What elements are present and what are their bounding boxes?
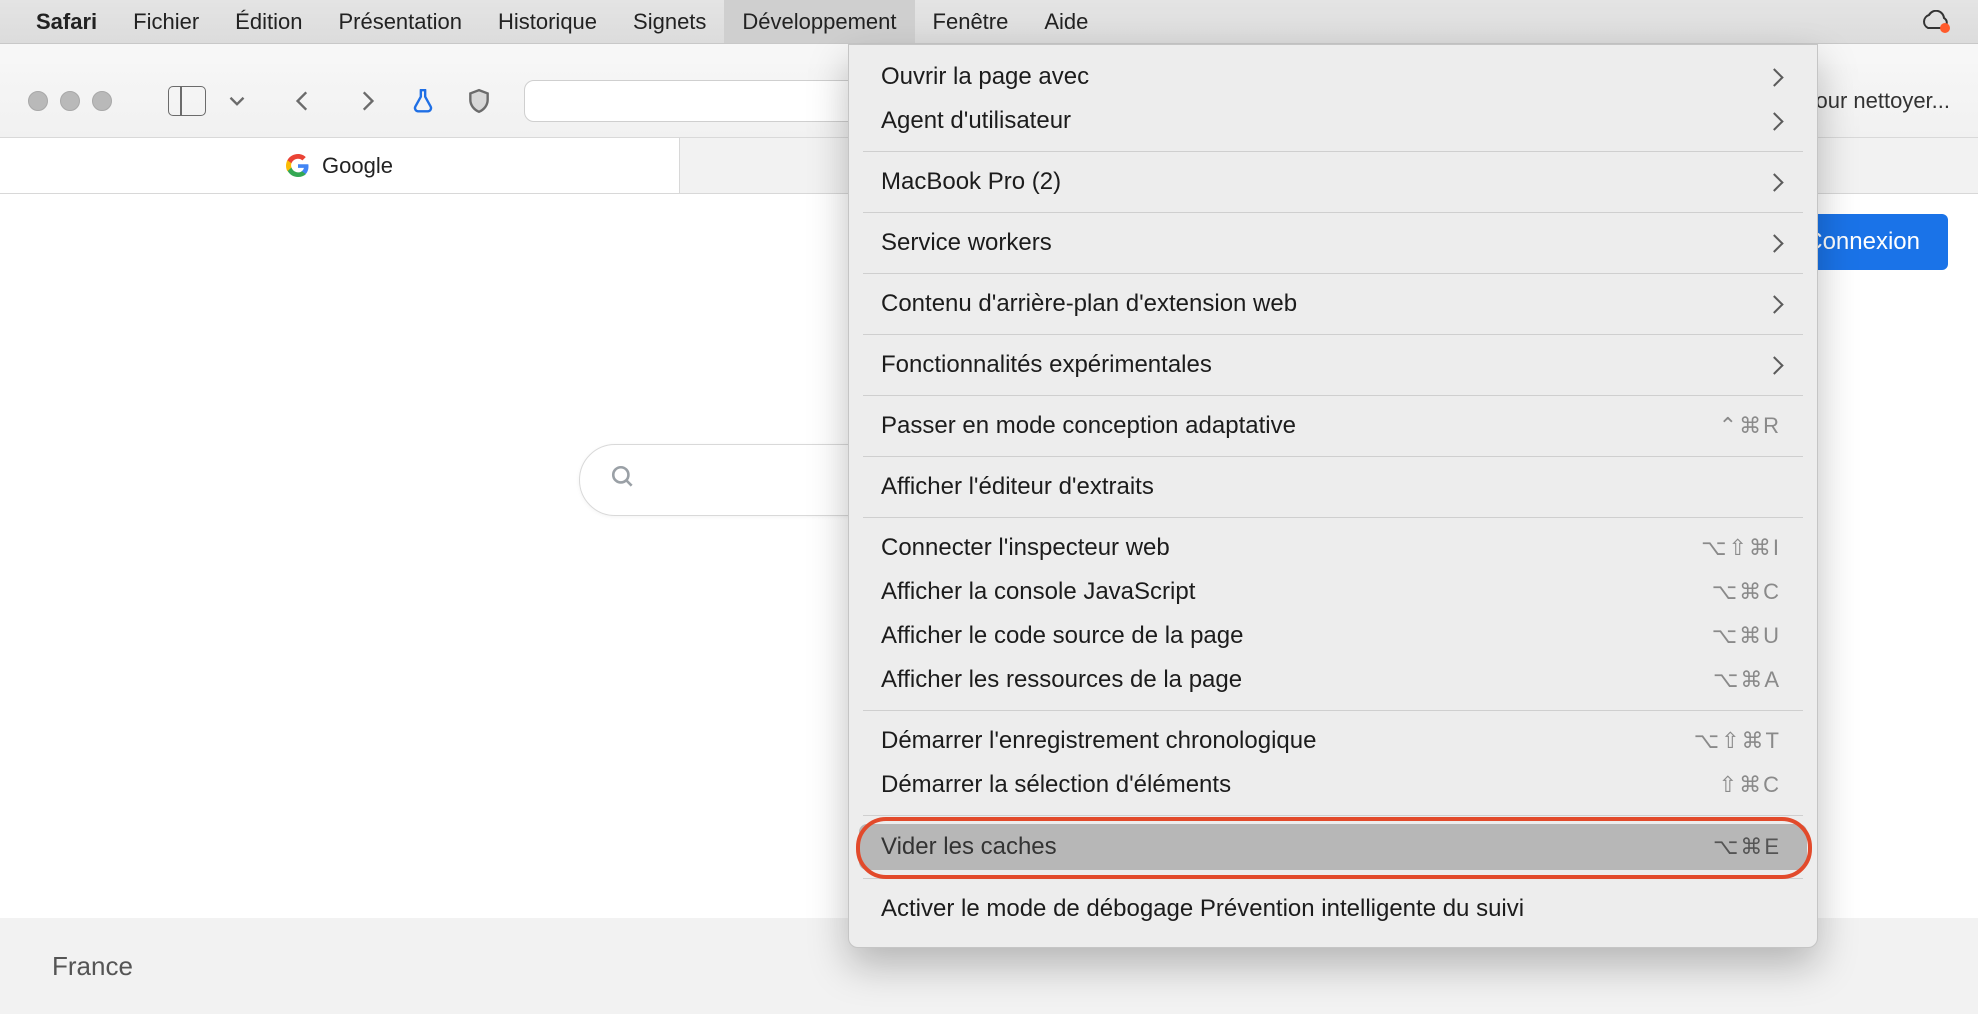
menu-fenetre[interactable]: Fenêtre: [915, 0, 1027, 43]
traffic-zoom-icon[interactable]: [92, 91, 112, 111]
menu-item-label: Afficher l'éditeur d'extraits: [881, 473, 1154, 501]
menu-item[interactable]: Agent d'utilisateur: [849, 99, 1817, 143]
menu-item-label: Fonctionnalités expérimentales: [881, 351, 1212, 379]
menu-shortcut: ⇧⌘C: [1719, 772, 1781, 798]
menu-item-label: Afficher la console JavaScript: [881, 578, 1195, 606]
menu-item[interactable]: Contenu d'arrière-plan d'extension web: [849, 282, 1817, 326]
menu-signets[interactable]: Signets: [615, 0, 724, 43]
search-icon: [610, 464, 636, 496]
footer-country: France: [52, 951, 133, 982]
menu-edition[interactable]: Édition: [217, 0, 320, 43]
menu-fichier[interactable]: Fichier: [115, 0, 217, 43]
chevron-right-icon: [1768, 64, 1781, 90]
window-controls[interactable]: [28, 91, 112, 111]
menu-item[interactable]: Vider les caches ⌥⌘E: [859, 824, 1807, 870]
menu-separator: [863, 395, 1803, 396]
tab-label: Google: [322, 153, 393, 179]
menu-item[interactable]: Passer en mode conception adaptative ⌃⌘R: [849, 404, 1817, 448]
back-button[interactable]: [284, 82, 322, 120]
menu-item-label: Contenu d'arrière-plan d'extension web: [881, 290, 1297, 318]
menu-item[interactable]: Démarrer la sélection d'éléments ⇧⌘C: [849, 763, 1817, 807]
menu-presentation[interactable]: Présentation: [320, 0, 480, 43]
traffic-close-icon[interactable]: [28, 91, 48, 111]
menu-item[interactable]: Ouvrir la page avec: [849, 55, 1817, 99]
menu-item-label: Démarrer l'enregistrement chronologique: [881, 727, 1316, 755]
menu-item-label: MacBook Pro (2): [881, 168, 1061, 196]
chevron-right-icon: [1768, 169, 1781, 195]
menu-item[interactable]: Démarrer l'enregistrement chronologique ⌥…: [849, 719, 1817, 763]
menu-item[interactable]: Afficher le code source de la page ⌥⌘U: [849, 614, 1817, 658]
menu-shortcut: ⌥⌘E: [1713, 834, 1781, 860]
menu-item[interactable]: Service workers: [849, 221, 1817, 265]
menu-item-label: Afficher le code source de la page: [881, 622, 1243, 650]
app-name[interactable]: Safari: [18, 0, 115, 43]
menu-shortcut: ⌥⇧⌘I: [1701, 535, 1781, 561]
macos-menubar: Safari Fichier Édition Présentation Hist…: [0, 0, 1978, 44]
traffic-minimize-icon[interactable]: [60, 91, 80, 111]
menu-aide[interactable]: Aide: [1026, 0, 1106, 43]
menu-item[interactable]: Fonctionnalités expérimentales: [849, 343, 1817, 387]
chevron-right-icon: [1768, 108, 1781, 134]
menu-item-label: Passer en mode conception adaptative: [881, 412, 1296, 440]
menu-developpement[interactable]: Développement: [724, 0, 914, 43]
privacy-shield-icon[interactable]: [460, 82, 498, 120]
menu-item[interactable]: Connecter l'inspecteur web ⌥⇧⌘I: [849, 526, 1817, 570]
menu-item-label: Vider les caches: [881, 833, 1057, 861]
menu-item-label: Démarrer la sélection d'éléments: [881, 771, 1231, 799]
chevron-right-icon: [1768, 291, 1781, 317]
menu-separator: [863, 273, 1803, 274]
menu-separator: [863, 151, 1803, 152]
menu-historique[interactable]: Historique: [480, 0, 615, 43]
sidebar-dropdown-button[interactable]: [218, 82, 256, 120]
menu-separator: [863, 815, 1803, 816]
menu-separator: [863, 517, 1803, 518]
menu-separator: [863, 456, 1803, 457]
menu-shortcut: ⌥⌘C: [1712, 579, 1781, 605]
menu-item[interactable]: Afficher l'éditeur d'extraits: [849, 465, 1817, 509]
menubar-tray: [1918, 10, 1960, 34]
menu-shortcut: ⌥⌘A: [1713, 667, 1781, 693]
experimental-features-icon[interactable]: [404, 82, 442, 120]
menu-separator: [863, 334, 1803, 335]
menu-item[interactable]: Afficher les ressources de la page ⌥⌘A: [849, 658, 1817, 702]
menu-shortcut: ⌥⌘U: [1712, 623, 1781, 649]
menu-item-label: Ouvrir la page avec: [881, 63, 1089, 91]
chevron-right-icon: [1768, 230, 1781, 256]
developpement-menu: Ouvrir la page avec Agent d'utilisateur Ma…: [848, 44, 1818, 948]
tab-google[interactable]: Google: [0, 138, 680, 193]
forward-button[interactable]: [348, 82, 386, 120]
google-favicon-icon: [286, 154, 310, 178]
menu-shortcut: ⌃⌘R: [1719, 413, 1781, 439]
menu-item-label: Activer le mode de débogage Prévention i…: [881, 895, 1524, 923]
menu-item[interactable]: Activer le mode de débogage Prévention i…: [849, 887, 1817, 931]
menu-shortcut: ⌥⇧⌘T: [1694, 728, 1781, 754]
menu-separator: [863, 878, 1803, 879]
menu-item-label: Connecter l'inspecteur web: [881, 534, 1170, 562]
menu-item[interactable]: Afficher la console JavaScript ⌥⌘C: [849, 570, 1817, 614]
menu-item-label: Agent d'utilisateur: [881, 107, 1071, 135]
menu-separator: [863, 212, 1803, 213]
menu-item-label: Service workers: [881, 229, 1052, 257]
status-cloud-icon[interactable]: [1918, 10, 1952, 34]
menu-item-label: Afficher les ressources de la page: [881, 666, 1242, 694]
menu-separator: [863, 710, 1803, 711]
menu-item[interactable]: MacBook Pro (2): [849, 160, 1817, 204]
sidebar-toggle-button[interactable]: [168, 82, 206, 120]
chevron-right-icon: [1768, 352, 1781, 378]
